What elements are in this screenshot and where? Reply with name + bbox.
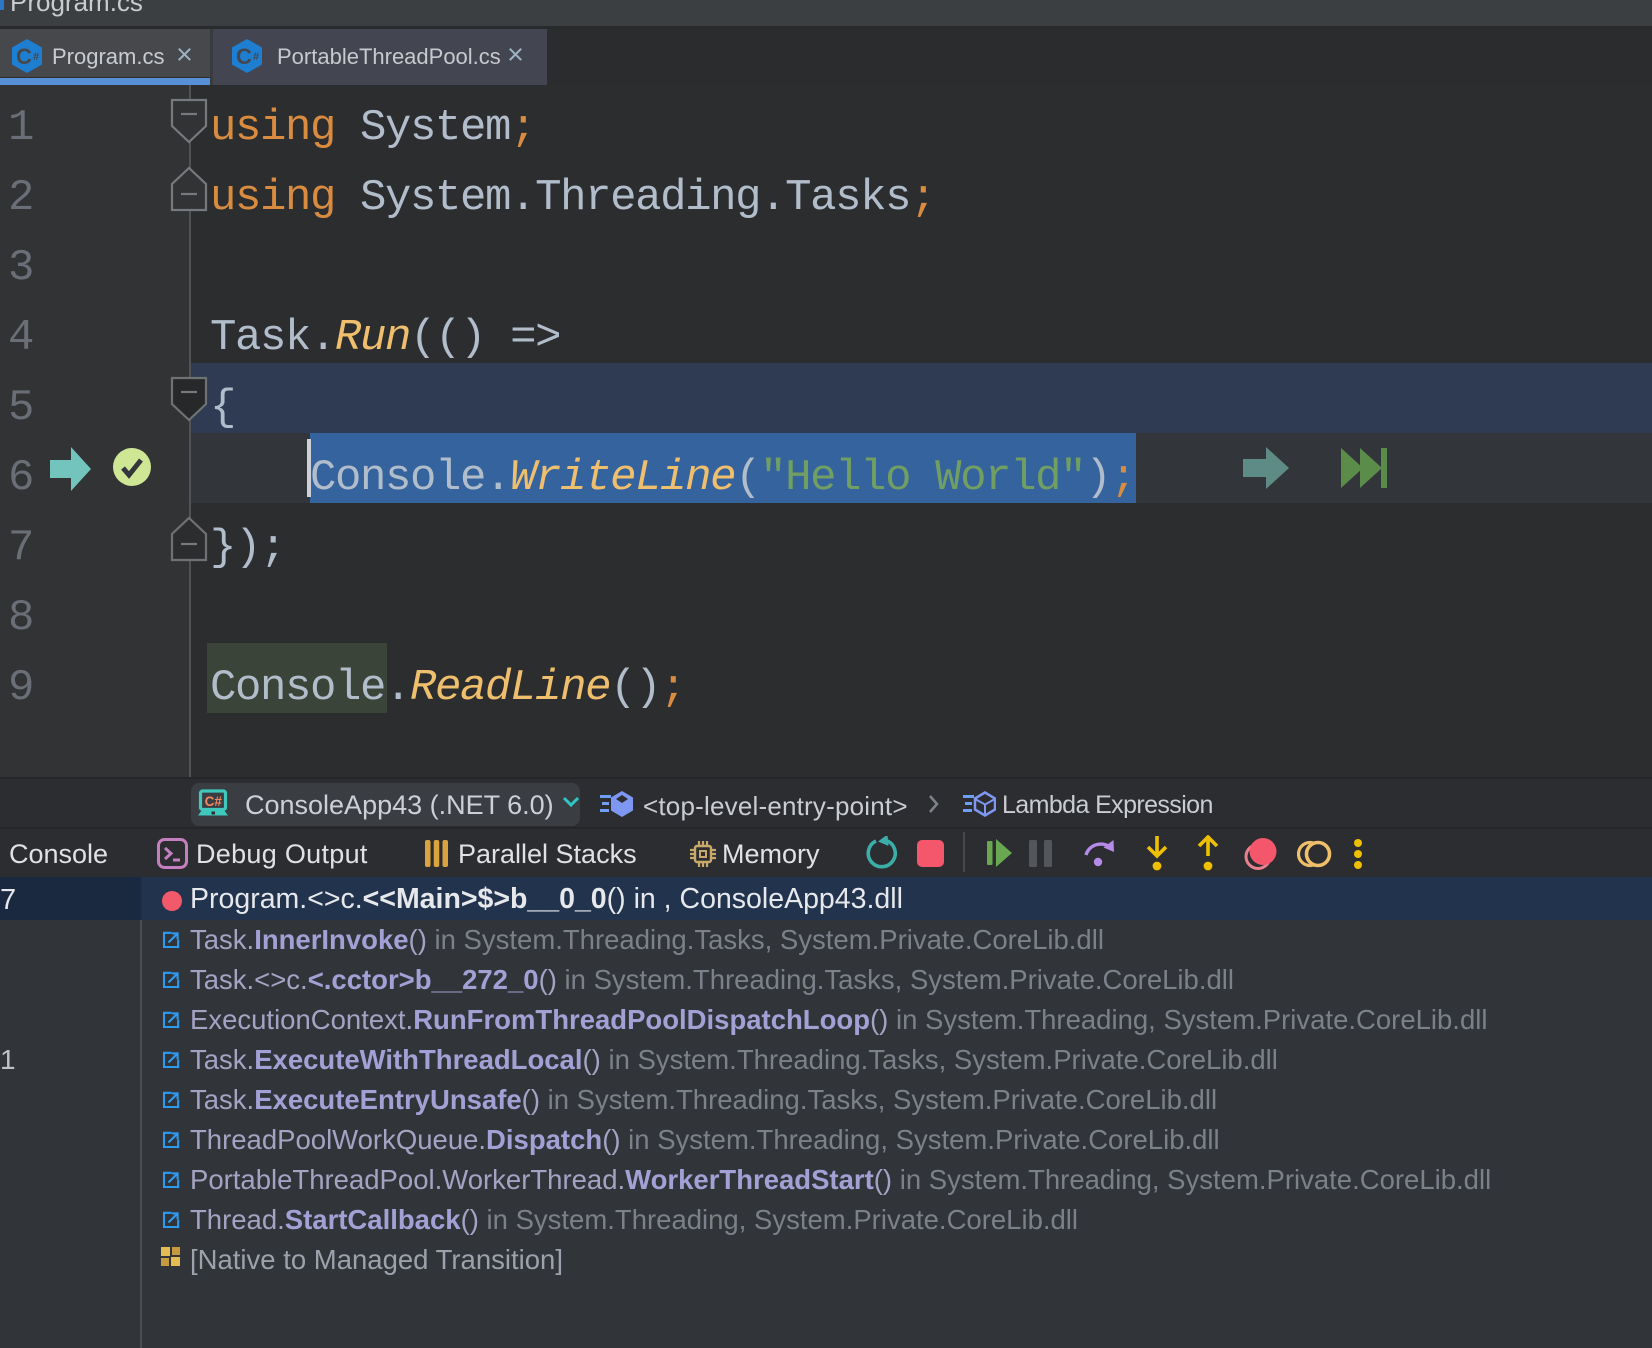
svg-text:C: C bbox=[236, 44, 252, 69]
svg-text:#: # bbox=[33, 51, 39, 63]
svg-text:#: # bbox=[253, 51, 259, 63]
svg-text:C: C bbox=[16, 44, 32, 69]
svg-text:C#: C# bbox=[205, 794, 223, 809]
